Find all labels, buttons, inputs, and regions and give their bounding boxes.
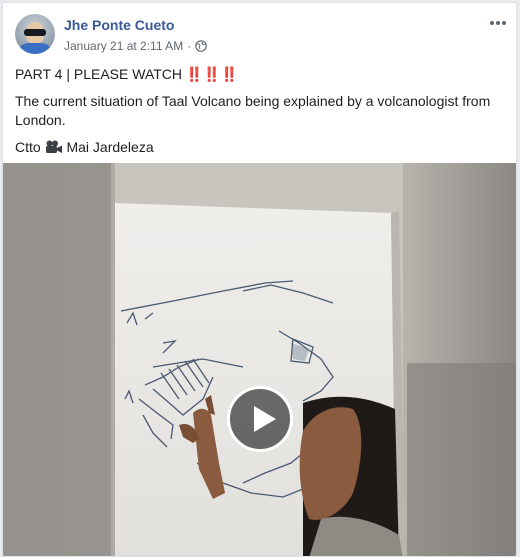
video-frame [3,163,516,556]
author-name-link[interactable]: Jhe Ponte Cueto [64,17,174,33]
avatar-shirt [17,43,53,54]
post-text: PART 4 | PLEASE WATCH ‼️‼️‼️ The current… [15,65,505,165]
post-header: Jhe Ponte Cueto January 21 at 2:11 AM · [3,3,516,59]
video-player[interactable] [3,163,516,556]
avatar-glasses [24,29,46,36]
post-title-text: PART 4 | PLEASE WATCH [15,66,186,82]
more-options-icon[interactable] [488,15,508,31]
post-meta: January 21 at 2:11 AM · [64,39,207,53]
post-description: The current situation of Taal Volcano be… [15,93,491,128]
video-camera-icon [45,140,62,153]
post-credit: Ctto Mai Jardeleza [15,138,505,157]
post-line-title: PART 4 | PLEASE WATCH ‼️‼️‼️ [15,65,505,84]
post-timestamp[interactable]: January 21 at 2:11 AM [64,39,183,53]
meta-separator: · [187,39,192,53]
post-card: Jhe Ponte Cueto January 21 at 2:11 AM · … [2,2,517,557]
play-button[interactable] [227,386,293,452]
credit-prefix: Ctto [15,139,45,155]
play-icon [254,406,276,432]
credit-name: Mai Jardeleza [62,139,154,155]
double-exclamation-emoji: ‼️‼️‼️ [185,66,239,82]
globe-icon[interactable] [195,40,207,52]
avatar[interactable] [15,14,55,54]
